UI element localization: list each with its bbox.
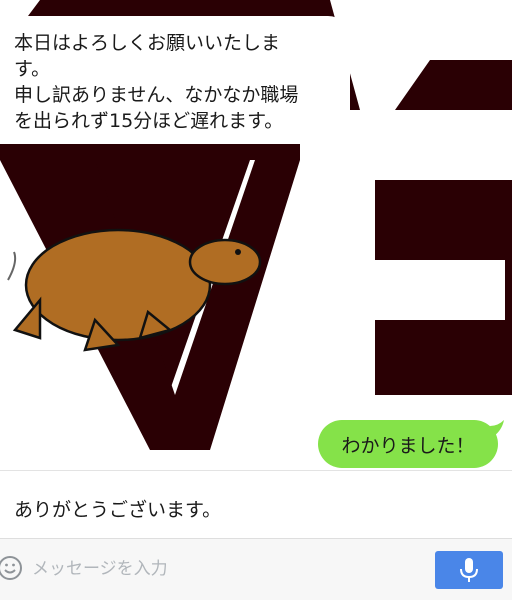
chat-area[interactable]: 本日はよろしくお願いいたしま す。 申し訳ありません、なかなか職場 を出られず1…: [0, 0, 512, 470]
message-input-bar: [0, 538, 512, 600]
emoji-button[interactable]: [0, 553, 26, 583]
incoming-message-bubble[interactable]: 本日はよろしくお願いいたしま す。 申し訳ありません、なかなか職場 を出られず1…: [0, 16, 350, 144]
outgoing-message-bubble[interactable]: わかりました！: [318, 420, 498, 468]
sticker-time: 18:31: [281, 389, 316, 403]
message-line: 本日はよろしくお願いいたしま: [14, 32, 281, 54]
message-line: を出られず15分ほど遅れます。: [14, 110, 284, 132]
reply-preview-text: ありがとうございます。: [14, 499, 222, 521]
reply-preview[interactable]: ありがとうございます。: [0, 470, 512, 538]
read-receipt: 既読: [284, 435, 309, 449]
message-line: 申し訳ありません、なかなか職場: [14, 84, 299, 106]
smiley-icon: [0, 556, 22, 580]
message-line: す。: [14, 58, 51, 80]
outgoing-bubble-tail: [490, 420, 504, 436]
incoming-message-time: 18:3: [356, 128, 383, 142]
microphone-button[interactable]: [435, 551, 503, 589]
message-input[interactable]: [30, 549, 424, 589]
microphone-icon: [460, 558, 478, 582]
outgoing-message-text: わかりました！: [341, 434, 475, 457]
